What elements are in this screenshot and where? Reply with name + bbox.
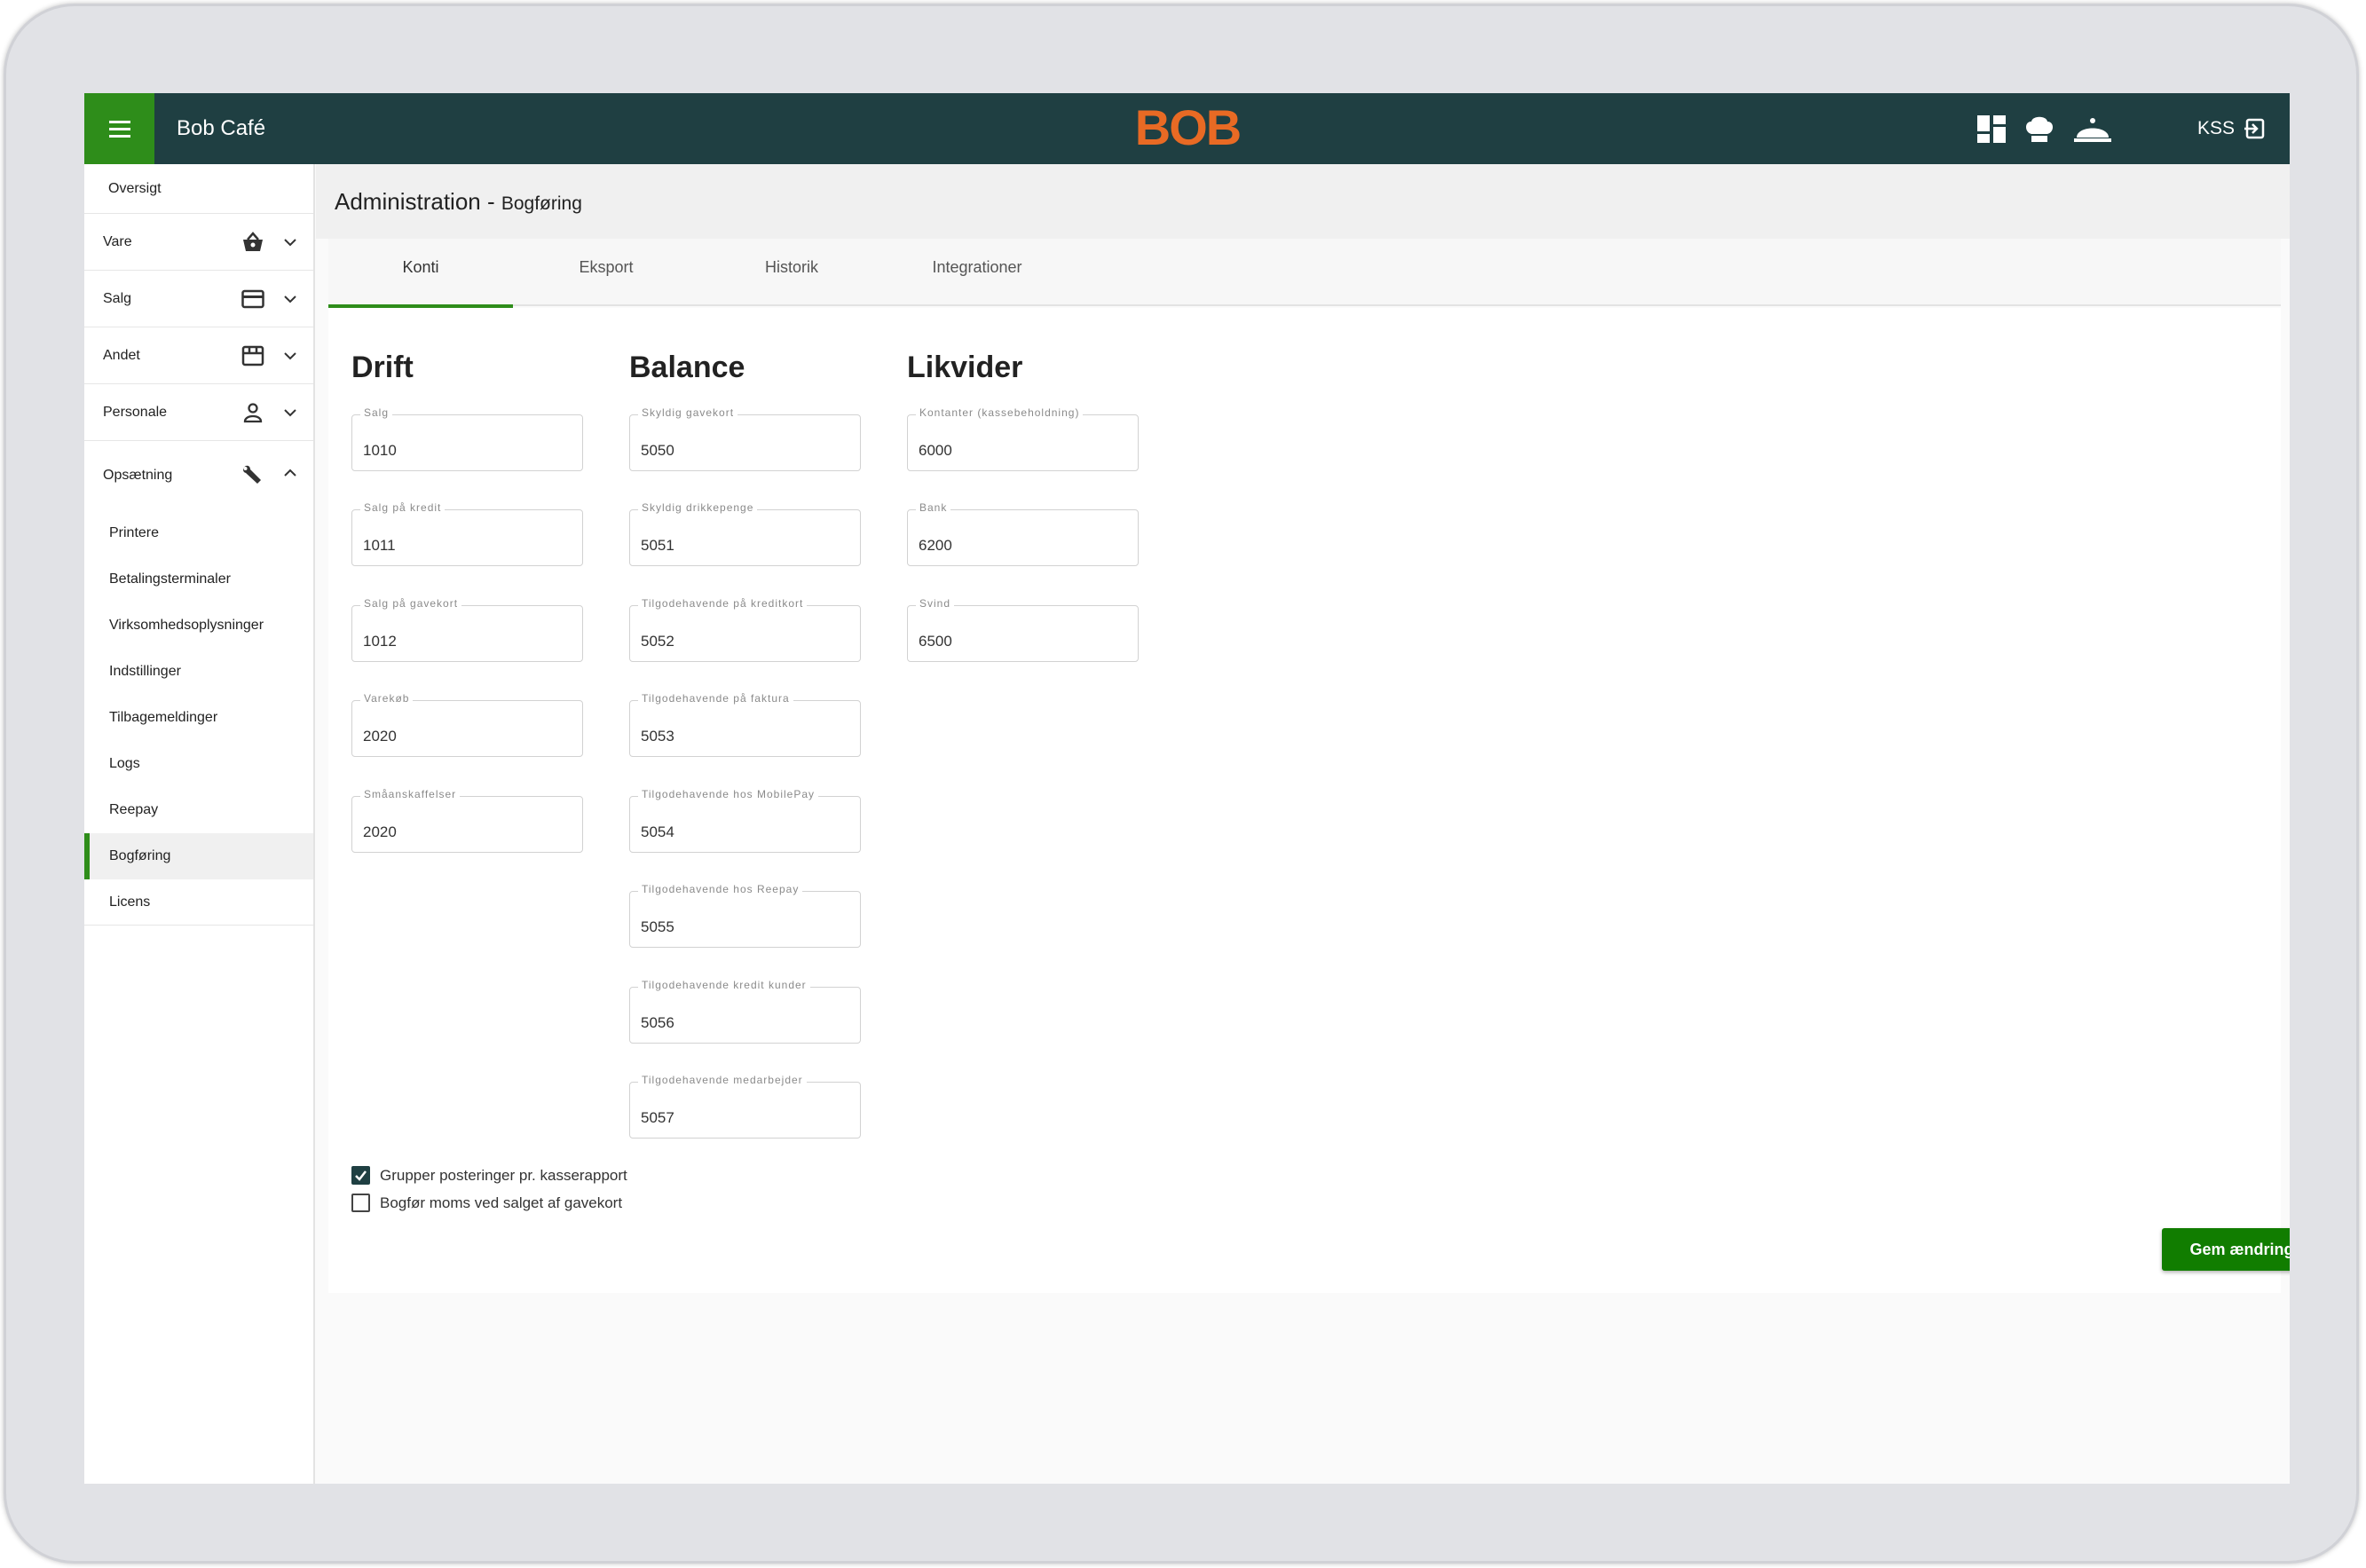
account-input[interactable] [630,797,860,852]
save-changes-button[interactable]: Gem ændringer [2162,1228,2290,1271]
checkmark-icon [355,1170,367,1181]
account-field-tilgodehavende-faktura: Tilgodehavende på faktura [629,692,861,757]
account-input[interactable] [630,510,860,565]
account-field-tilgodehavende-kredit-kunder: Tilgodehavende kredit kunder [629,979,861,1044]
account-field-smaanskaffelser: Småanskaffelser [351,788,583,853]
account-input[interactable] [630,988,860,1043]
account-input[interactable] [352,510,582,565]
user-code: KSS [2197,118,2236,138]
account-field-salg-pa-gavekort: Salg på gavekort [351,597,583,662]
account-field-kontanter: Kontanter (kassebeholdning) [907,406,1139,471]
option-label: Grupper posteringer pr. kasserapport [380,1166,627,1184]
account-input[interactable] [352,606,582,661]
page-title-sub: Bogføring [501,193,582,214]
card-icon [241,289,264,309]
account-field-tilgodehavende-medarbejder: Tilgodehavende medarbejder [629,1074,861,1139]
sidebar-group-personale[interactable]: Personale [84,384,313,441]
store-icon [241,345,264,366]
person-icon [243,403,263,423]
chevron-down-icon [284,239,296,247]
sidebar-item-reepay[interactable]: Reepay [84,787,313,833]
option-label: Bogfør moms ved salget af gavekort [380,1194,623,1211]
tab-historik[interactable]: Historik [699,239,884,306]
basket-icon [243,232,263,251]
checkbox-checked[interactable] [351,1166,370,1185]
menu-icon [108,120,130,138]
chevron-down-icon [284,295,296,303]
page-title-main: Administration - [335,188,501,215]
sidebar-group-label: Salg [103,291,132,306]
page-title: Administration - Bogføring [335,164,582,241]
sidebar-item-indstillinger[interactable]: Indstillinger [84,649,313,695]
sidebar-item-betalingsterminaler[interactable]: Betalingsterminaler [84,556,313,603]
account-input[interactable] [908,510,1138,565]
account-input[interactable] [908,415,1138,470]
tab-integrationer[interactable]: Integrationer [885,239,1069,306]
tab-bar: Konti Eksport Historik Integrationer [328,239,2281,308]
page-header: Administration - Bogføring [316,164,2290,239]
account-field-tilgodehavende-reepay: Tilgodehavende hos Reepay [629,883,861,948]
account-field-tilgodehavende-mobilepay: Tilgodehavende hos MobilePay [629,788,861,853]
konti-panel: Drift Balance Likvider Salg Salg på kred… [328,308,2290,1293]
checkbox-unchecked[interactable] [351,1194,370,1212]
sidebar-item-licens[interactable]: Licens [84,879,313,926]
sidebar-item-logs[interactable]: Logs [84,741,313,787]
chevron-down-icon [284,409,296,417]
column-heading-balance: Balance [629,351,745,384]
account-input[interactable] [630,701,860,756]
tab-konti[interactable]: Konti [328,239,513,308]
sidebar-group-label: Opsætning [103,468,173,483]
chef-hat-icon[interactable] [2023,113,2056,145]
chevron-up-icon [284,469,296,477]
sidebar-group-vare[interactable]: Vare [84,214,313,271]
sidebar: Oversigt Vare Salg Andet Personale Opsæt… [84,164,315,1484]
account-input[interactable] [352,415,582,470]
tab-eksport[interactable]: Eksport [514,239,698,306]
sidebar-group-opsaetning[interactable]: Opsætning [84,441,313,510]
account-field-svind: Svind [907,597,1139,662]
chevron-down-icon [284,352,296,360]
account-input[interactable] [630,892,860,947]
option-group-postings[interactable]: Grupper posteringer pr. kasserapport [351,1166,627,1185]
cloche-icon[interactable] [2072,113,2113,145]
account-field-skyldig-gavekort: Skyldig gavekort [629,406,861,471]
account-input[interactable] [352,797,582,852]
account-field-salg-pa-kredit: Salg på kredit [351,501,583,566]
account-input[interactable] [352,701,582,756]
account-input[interactable] [630,606,860,661]
option-vat-giftcard[interactable]: Bogfør moms ved salget af gavekort [351,1194,622,1212]
sidebar-item-virksomhedsoplysninger[interactable]: Virksomhedsoplysninger [84,603,313,649]
column-heading-likvider: Likvider [907,351,1023,384]
account-field-bank: Bank [907,501,1139,566]
account-input[interactable] [630,415,860,470]
account-field-tilgodehavende-kreditkort: Tilgodehavende på kreditkort [629,597,861,662]
sidebar-item-bogforing[interactable]: Bogføring [84,833,313,879]
user-menu[interactable]: KSS [2197,93,2265,164]
sidebar-group-label: Andet [103,348,140,363]
logout-icon [2244,118,2265,139]
sidebar-item-tilbagemeldinger[interactable]: Tilbagemeldinger [84,695,313,741]
account-field-varekob: Varekøb [351,692,583,757]
dashboard-icon[interactable] [1975,113,2008,145]
account-field-skyldig-drikkepenge: Skyldig drikkepenge [629,501,861,566]
column-heading-drift: Drift [351,351,414,384]
sidebar-group-label: Personale [103,405,168,420]
sidebar-item-oversigt[interactable]: Oversigt [84,164,313,214]
bob-logo: BOB [1135,102,1241,154]
sidebar-group-label: Vare [103,234,132,249]
app-title: Bob Café [177,116,266,140]
wrench-icon [243,465,261,484]
logo-text: BOB [1135,102,1240,154]
account-field-salg: Salg [351,406,583,471]
sidebar-item-printere[interactable]: Printere [84,510,313,556]
screen: Bob Café BOB KSS Oversigt Vare Salg Ande… [84,93,2290,1484]
account-input[interactable] [908,606,1138,661]
menu-button[interactable] [84,93,154,164]
sidebar-group-salg[interactable]: Salg [84,271,313,327]
account-input[interactable] [630,1083,860,1138]
tablet-frame: Bob Café BOB KSS Oversigt Vare Salg Ande… [4,4,2359,1564]
sidebar-group-andet[interactable]: Andet [84,327,313,384]
top-bar: Bob Café BOB KSS [84,93,2290,164]
